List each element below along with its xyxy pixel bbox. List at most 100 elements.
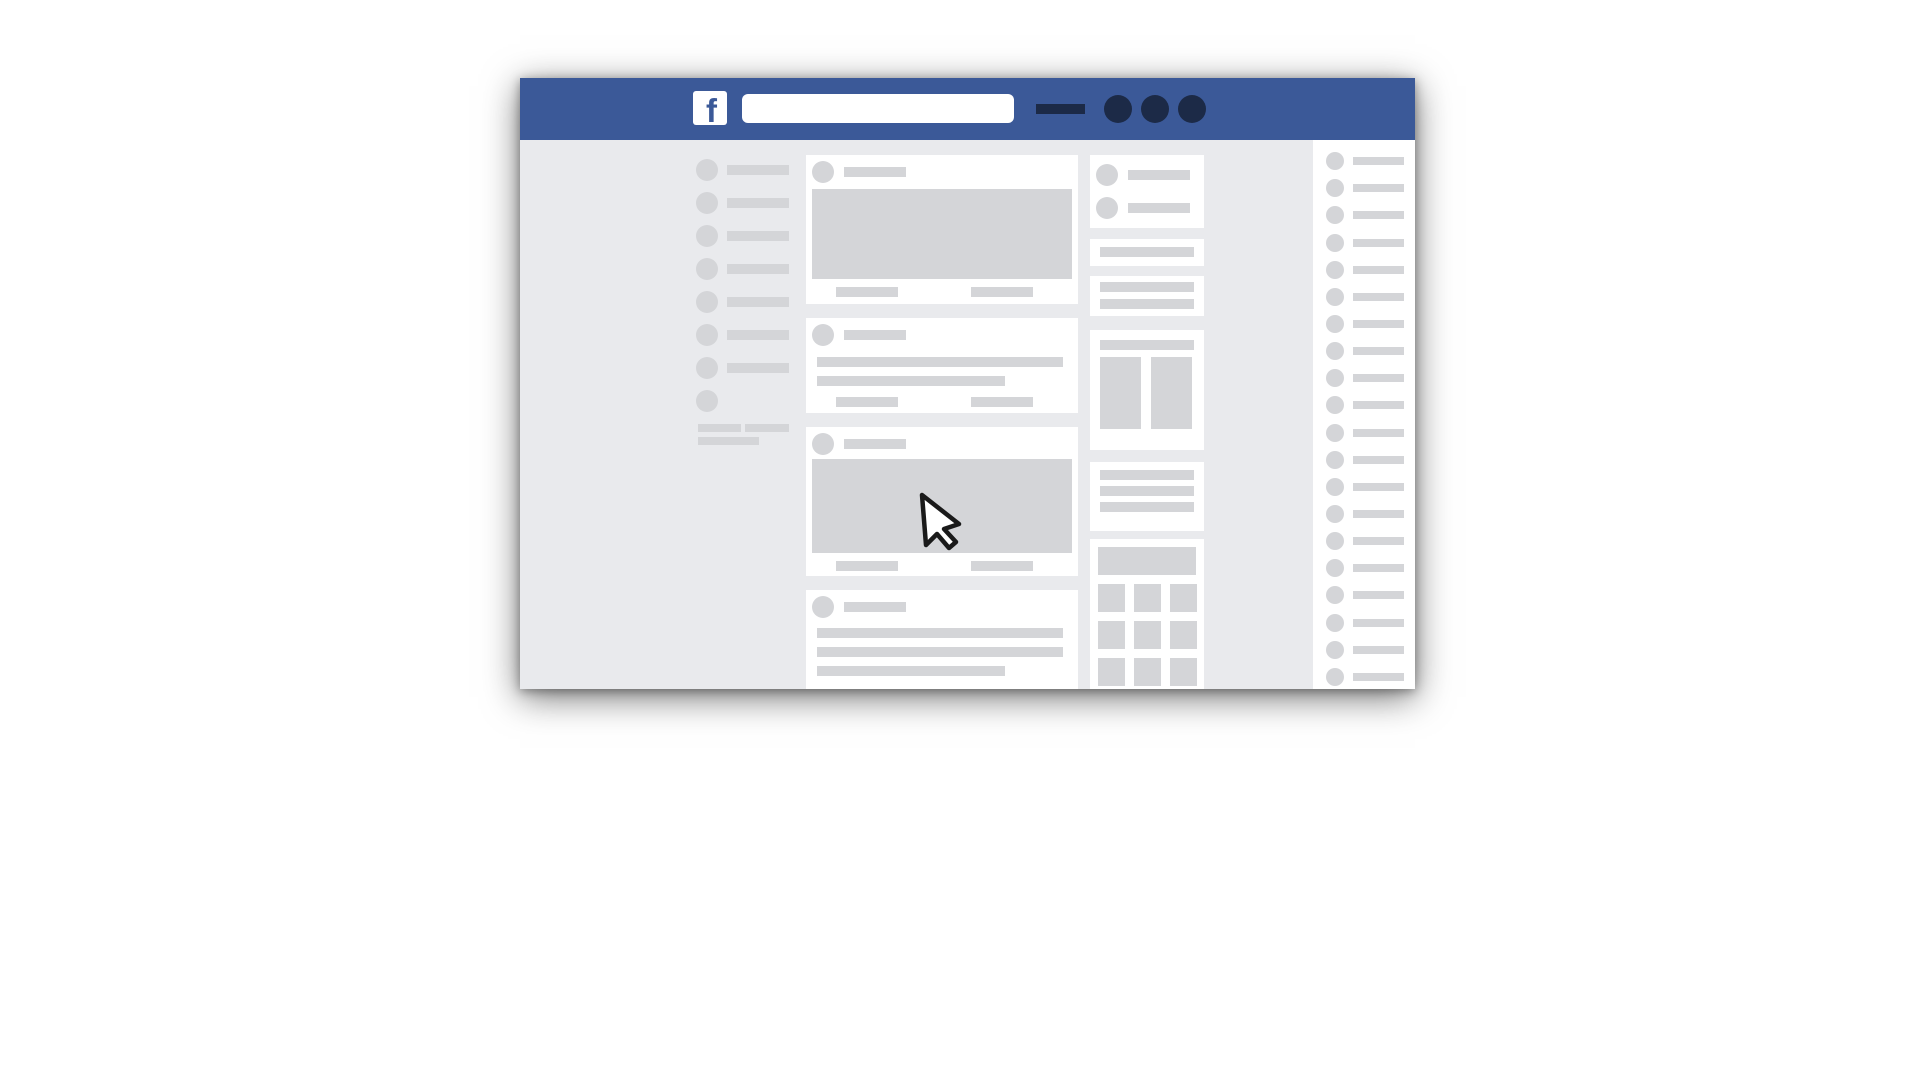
contact-avatar[interactable] xyxy=(1326,478,1344,496)
contact-avatar[interactable] xyxy=(1326,586,1344,604)
contact-avatar[interactable] xyxy=(1326,559,1344,577)
nav-item-icon xyxy=(696,192,718,214)
widget-card xyxy=(1090,330,1204,450)
widget-text-placeholder[interactable] xyxy=(1100,247,1194,257)
contact-avatar[interactable] xyxy=(1326,234,1344,252)
widget-grid-cell[interactable] xyxy=(1170,584,1197,612)
widget-grid-cell[interactable] xyxy=(1098,621,1125,649)
contact-name-placeholder[interactable] xyxy=(1353,211,1404,219)
footer-link-placeholder[interactable] xyxy=(745,424,789,432)
post-author-avatar[interactable] xyxy=(812,161,834,183)
contact-avatar[interactable] xyxy=(1326,668,1344,686)
chat-sidebar xyxy=(1313,140,1415,689)
widget-text-placeholder xyxy=(1100,486,1194,496)
post-author-name-placeholder[interactable] xyxy=(844,602,906,612)
contact-avatar[interactable] xyxy=(1326,179,1344,197)
nav-item-label-placeholder xyxy=(727,264,789,274)
facebook-logo-glyph: f xyxy=(706,92,717,125)
browser-window: f xyxy=(520,78,1415,689)
widget-grid-cell[interactable] xyxy=(1134,584,1161,612)
arrow-pointer-icon xyxy=(919,492,962,551)
nav-item-icon xyxy=(696,357,718,379)
post-image-placeholder[interactable] xyxy=(812,189,1072,279)
contact-avatar[interactable] xyxy=(1326,152,1344,170)
contact-name-placeholder[interactable] xyxy=(1353,619,1404,627)
contact-name-placeholder[interactable] xyxy=(1353,320,1404,328)
menu-icon[interactable] xyxy=(1036,104,1085,114)
contact-name-placeholder[interactable] xyxy=(1353,429,1404,437)
widget-text-placeholder xyxy=(1100,470,1194,480)
contact-name-placeholder[interactable] xyxy=(1353,184,1404,192)
widget-grid-cell[interactable] xyxy=(1134,621,1161,649)
comment-button[interactable] xyxy=(971,287,1033,297)
widget-text-placeholder xyxy=(1100,282,1194,292)
contact-name-placeholder[interactable] xyxy=(1353,266,1404,274)
nav-item-icon xyxy=(696,291,718,313)
contact-name-placeholder[interactable] xyxy=(1353,537,1404,545)
like-button[interactable] xyxy=(836,287,898,297)
footer-link-placeholder[interactable] xyxy=(698,424,741,432)
contact-avatar[interactable] xyxy=(1326,424,1344,442)
contact-avatar[interactable] xyxy=(1326,532,1344,550)
facebook-logo-icon[interactable]: f xyxy=(693,91,727,125)
post-author-avatar[interactable] xyxy=(812,596,834,618)
widget-grid-cell[interactable] xyxy=(1134,658,1161,686)
contact-avatar[interactable] xyxy=(1326,288,1344,306)
widget-grid-cell[interactable] xyxy=(1098,584,1125,612)
contact-name-placeholder[interactable] xyxy=(1353,591,1404,599)
contact-name-placeholder[interactable] xyxy=(1353,401,1404,409)
contact-avatar[interactable] xyxy=(1326,396,1344,414)
nav-item-icon xyxy=(696,159,718,181)
widget-image-placeholder[interactable] xyxy=(1151,357,1192,429)
contact-avatar[interactable] xyxy=(1326,342,1344,360)
widget-text-placeholder[interactable] xyxy=(1128,203,1190,213)
widget-grid-cell[interactable] xyxy=(1170,621,1197,649)
widget-text-placeholder xyxy=(1100,502,1194,512)
widget-text-placeholder[interactable] xyxy=(1128,170,1190,180)
footer-link-placeholder[interactable] xyxy=(698,437,759,445)
friend-requests-icon[interactable] xyxy=(1104,95,1132,123)
contact-avatar[interactable] xyxy=(1326,206,1344,224)
post-text-line xyxy=(817,666,1005,676)
post-author-name-placeholder[interactable] xyxy=(844,330,906,340)
contact-name-placeholder[interactable] xyxy=(1353,673,1404,681)
contact-avatar[interactable] xyxy=(1326,451,1344,469)
widget-card xyxy=(1090,239,1204,266)
contact-name-placeholder[interactable] xyxy=(1353,456,1404,464)
contact-avatar[interactable] xyxy=(1326,315,1344,333)
widget-avatar[interactable] xyxy=(1096,164,1118,186)
comment-button[interactable] xyxy=(971,397,1033,407)
top-navigation-bar: f xyxy=(520,78,1415,140)
contact-avatar[interactable] xyxy=(1326,505,1344,523)
contact-name-placeholder[interactable] xyxy=(1353,564,1404,572)
contact-avatar[interactable] xyxy=(1326,369,1344,387)
widget-avatar[interactable] xyxy=(1096,197,1118,219)
post-author-avatar[interactable] xyxy=(812,433,834,455)
post-author-name-placeholder[interactable] xyxy=(844,167,906,177)
contact-name-placeholder[interactable] xyxy=(1353,374,1404,382)
contact-name-placeholder[interactable] xyxy=(1353,157,1404,165)
widget-title-placeholder xyxy=(1100,340,1194,350)
notifications-icon[interactable] xyxy=(1178,95,1206,123)
contact-name-placeholder[interactable] xyxy=(1353,293,1404,301)
search-input[interactable] xyxy=(742,94,1014,123)
nav-item-label-placeholder xyxy=(727,198,789,208)
widget-grid-cell[interactable] xyxy=(1170,658,1197,686)
post-author-name-placeholder[interactable] xyxy=(844,439,906,449)
messages-icon[interactable] xyxy=(1141,95,1169,123)
contact-avatar[interactable] xyxy=(1326,261,1344,279)
like-button[interactable] xyxy=(836,561,898,571)
contact-avatar[interactable] xyxy=(1326,641,1344,659)
widget-grid-cell[interactable] xyxy=(1098,658,1125,686)
widget-image-placeholder[interactable] xyxy=(1100,357,1141,429)
feed-post-card xyxy=(806,155,1078,304)
contact-name-placeholder[interactable] xyxy=(1353,510,1404,518)
contact-name-placeholder[interactable] xyxy=(1353,239,1404,247)
like-button[interactable] xyxy=(836,397,898,407)
contact-avatar[interactable] xyxy=(1326,614,1344,632)
contact-name-placeholder[interactable] xyxy=(1353,483,1404,491)
contact-name-placeholder[interactable] xyxy=(1353,347,1404,355)
post-author-avatar[interactable] xyxy=(812,324,834,346)
contact-name-placeholder[interactable] xyxy=(1353,646,1404,654)
widget-card xyxy=(1090,276,1204,316)
